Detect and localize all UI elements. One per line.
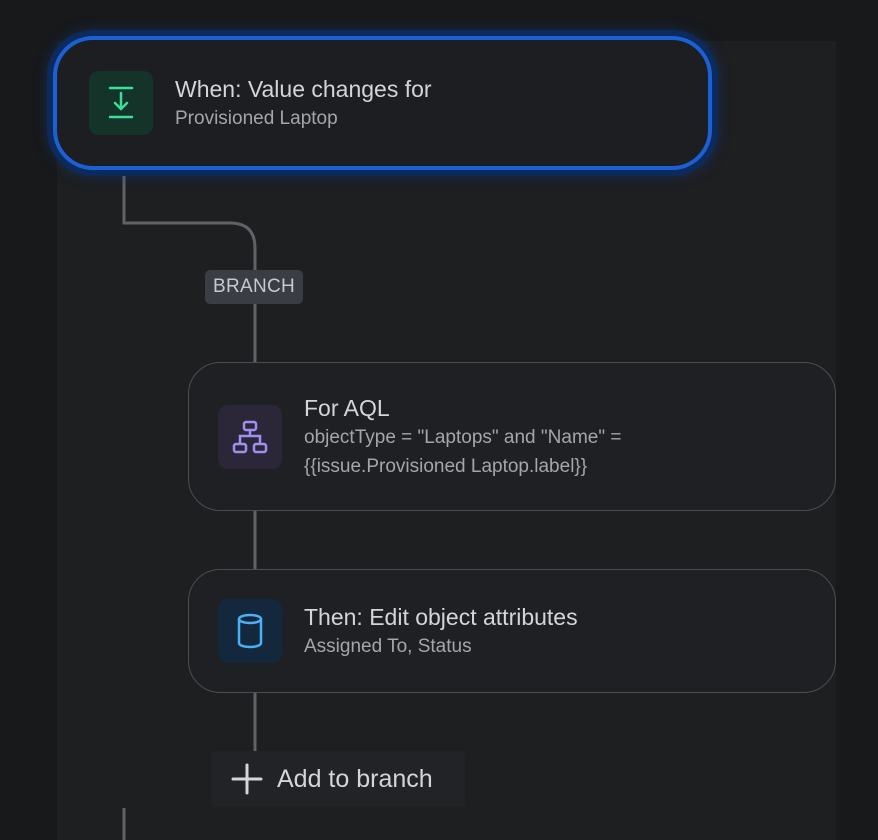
aql-query: objectType = "Laptops" and "Name" = {{is…: [304, 426, 622, 477]
trigger-title: When: Value changes for: [175, 75, 432, 102]
branch-badge: BRANCH: [205, 270, 304, 304]
database-icon: [218, 599, 282, 663]
add-to-branch-button[interactable]: Add to branch: [211, 751, 465, 807]
add-to-branch-label: Add to branch: [277, 764, 433, 793]
edit-subtitle: Assigned To, Status: [304, 635, 472, 657]
aql-card[interactable]: For AQL objectType = "Laptops" and "Name…: [188, 362, 836, 511]
edit-attributes-card[interactable]: Then: Edit object attributes Assigned To…: [188, 569, 836, 693]
hierarchy-icon: [218, 404, 282, 469]
aql-title: For AQL: [304, 394, 390, 421]
trigger-subtitle: Provisioned Laptop: [175, 107, 338, 129]
download-arrow-icon: [89, 71, 153, 135]
edit-title: Then: Edit object attributes: [304, 603, 578, 630]
trigger-card[interactable]: When: Value changes for Provisioned Lapt…: [53, 36, 712, 170]
plus-icon: [230, 762, 264, 796]
